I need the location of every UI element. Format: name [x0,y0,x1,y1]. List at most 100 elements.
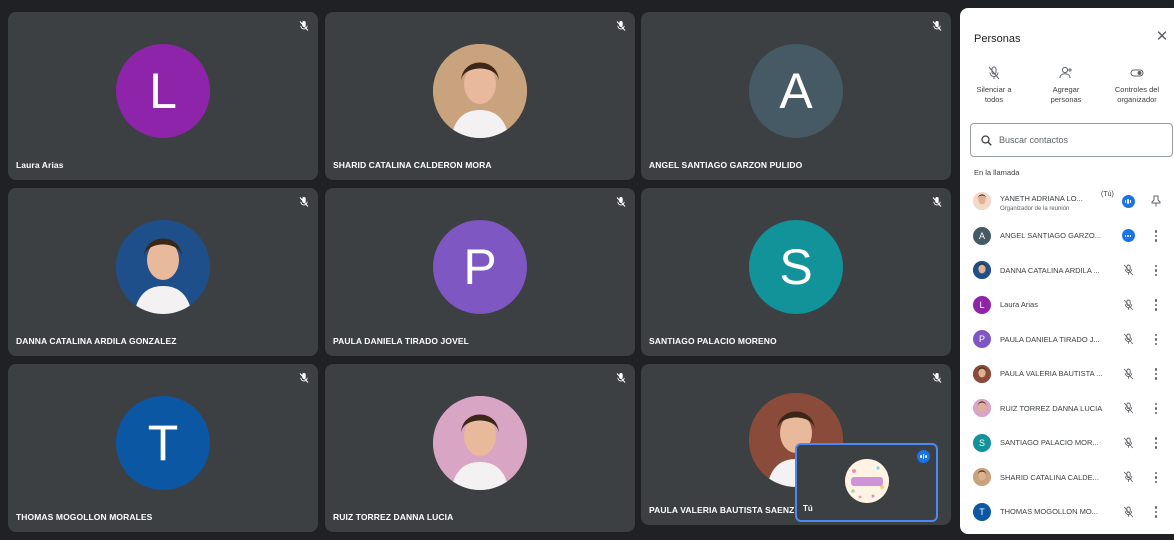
list-item[interactable]: S SANTIAGO PALACIO MOR... [960,426,1174,461]
avatar: A [973,226,991,245]
self-view-tile[interactable]: Tú [795,443,938,522]
list-item[interactable]: RUIZ TORREZ DANNA LUCIA [960,391,1174,426]
pin-icon[interactable] [1150,194,1162,208]
participant-tile[interactable]: L Laura Arias [8,12,318,180]
more-options-icon[interactable] [1150,263,1162,277]
more-options-icon[interactable] [1150,298,1162,312]
panel-title: Personas [974,33,1021,45]
list-item[interactable]: T THOMAS MOGOLLON MO... [960,495,1174,530]
mic-off-icon [1121,298,1135,312]
search-placeholder: Buscar contactos [999,135,1069,145]
participant-avatar: P [433,220,527,314]
participant-tile[interactable]: S SANTIAGO PALACIO MORENO [641,188,951,356]
avatar [973,364,991,383]
mic-off-icon [1121,263,1135,277]
mic-off-icon [1121,505,1135,519]
participant-list: YANETH ADRIANA LO... (Tú) Organizador de l… [960,184,1174,529]
search-input[interactable]: Buscar contactos [970,123,1173,157]
participant-avatar [116,220,210,314]
participant-avatar [433,44,527,138]
more-options-icon[interactable] [1150,436,1162,450]
list-item[interactable]: YANETH ADRIANA LO... (Tú) Organizador de l… [960,184,1174,219]
participant-name: PAULA DANIELA TIRADO JOVEL [333,336,469,346]
more-options-icon[interactable] [1150,332,1162,346]
participant-name: DANNA CATALINA ARDILA GONZALEZ [16,336,177,346]
participant-name: ANGEL SANTIAGO GARZON PULIDO [649,160,803,170]
participant-avatar: T [116,396,210,490]
participant-role: Organizador de la reunión [1000,206,1070,212]
self-view-label: Tú [803,504,813,513]
mic-off-icon [615,371,627,383]
participant-list-name: PAULA VALERIA BAUTISTA ... [1000,369,1103,379]
panel-actions: Silenciar a todos Agregar personas Contr… [960,66,1174,116]
mute-all-label-1: Silenciar a [976,85,1012,94]
mic-off-icon [298,195,310,207]
mute-all-label-2: todos [984,95,1004,104]
list-item[interactable]: L Laura Arias [960,288,1174,323]
participant-list-name: YANETH ADRIANA LO... [1000,194,1083,203]
mute-all-button[interactable]: Silenciar a todos [958,66,1030,105]
self-avatar [845,459,889,503]
person-add-icon [1030,66,1102,80]
you-label: (Tú) [1101,191,1114,198]
mic-off-icon [1121,436,1135,450]
mic-off-icon [931,19,943,31]
avatar: S [973,433,991,452]
more-options-icon[interactable] [1150,367,1162,381]
more-options-icon[interactable] [1150,401,1162,415]
search-icon [981,134,992,146]
speaking-indicator-icon [1121,194,1135,208]
host-controls-label-1: Controles del [1114,85,1160,94]
close-icon[interactable]: ✕ [1154,29,1170,45]
list-item[interactable]: PAULA VALERIA BAUTISTA ... [960,357,1174,392]
participant-name: RUIZ TORREZ DANNA LUCIA [333,512,454,522]
mic-off-icon [1121,332,1135,346]
participant-avatar [433,396,527,490]
speaking-indicator-icon [917,450,930,463]
participant-name: SHARID CATALINA CALDERON MORA [333,160,492,170]
mic-off-icon [615,19,627,31]
avatar: T [973,502,991,521]
participant-tile[interactable]: RUIZ TORREZ DANNA LUCIA [325,364,635,532]
more-options-icon[interactable] [1150,229,1162,243]
list-item[interactable]: DANNA CATALINA ARDILA ... [960,253,1174,288]
participant-list-name: THOMAS MOGOLLON MO... [1000,507,1098,517]
participant-list-name: Laura Arias [1000,300,1038,310]
participant-tile[interactable]: DANNA CATALINA ARDILA GONZALEZ [8,188,318,356]
participant-name: PAULA VALERIA BAUTISTA SAENZ [649,505,795,515]
mic-off-icon [1121,470,1135,484]
mic-off-icon [298,19,310,31]
participant-list-name: SANTIAGO PALACIO MOR... [1000,438,1099,448]
participant-tile[interactable]: P PAULA DANIELA TIRADO JOVEL [325,188,635,356]
more-options-icon[interactable] [1150,505,1162,519]
section-label: En la llamada [974,168,1020,177]
avatar: L [973,295,991,314]
mic-off-icon [958,66,1030,80]
mic-off-icon [615,195,627,207]
list-item[interactable]: A ANGEL SANTIAGO GARZO... [960,219,1174,254]
participant-avatar: L [116,44,210,138]
mic-off-icon [1121,401,1135,415]
avatar [973,468,991,487]
toggle-icon [1097,66,1174,80]
speaking-indicator-icon [1121,229,1135,243]
avatar [973,261,991,280]
avatar [973,399,991,418]
add-people-label-2: personas [1050,95,1082,104]
mic-off-icon [298,371,310,383]
participant-name: SANTIAGO PALACIO MORENO [649,336,777,346]
mic-off-icon [931,371,943,383]
mic-off-icon [931,195,943,207]
list-item[interactable]: SHARID CATALINA CALDE... [960,460,1174,495]
participant-name: Laura Arias [16,160,64,170]
participant-tile[interactable]: A ANGEL SANTIAGO GARZON PULIDO [641,12,951,180]
participant-list-name: DANNA CATALINA ARDILA ... [1000,265,1100,275]
participant-tile[interactable]: SHARID CATALINA CALDERON MORA [325,12,635,180]
participant-list-name: SHARID CATALINA CALDE... [1000,472,1099,482]
add-people-button[interactable]: Agregar personas [1030,66,1102,105]
list-item[interactable]: P PAULA DANIELA TIRADO J... [960,322,1174,357]
more-options-icon[interactable] [1150,470,1162,484]
host-controls-button[interactable]: Controles del organizador [1097,66,1174,105]
participant-tile[interactable]: T THOMAS MOGOLLON MORALES [8,364,318,532]
mic-off-icon [1121,367,1135,381]
